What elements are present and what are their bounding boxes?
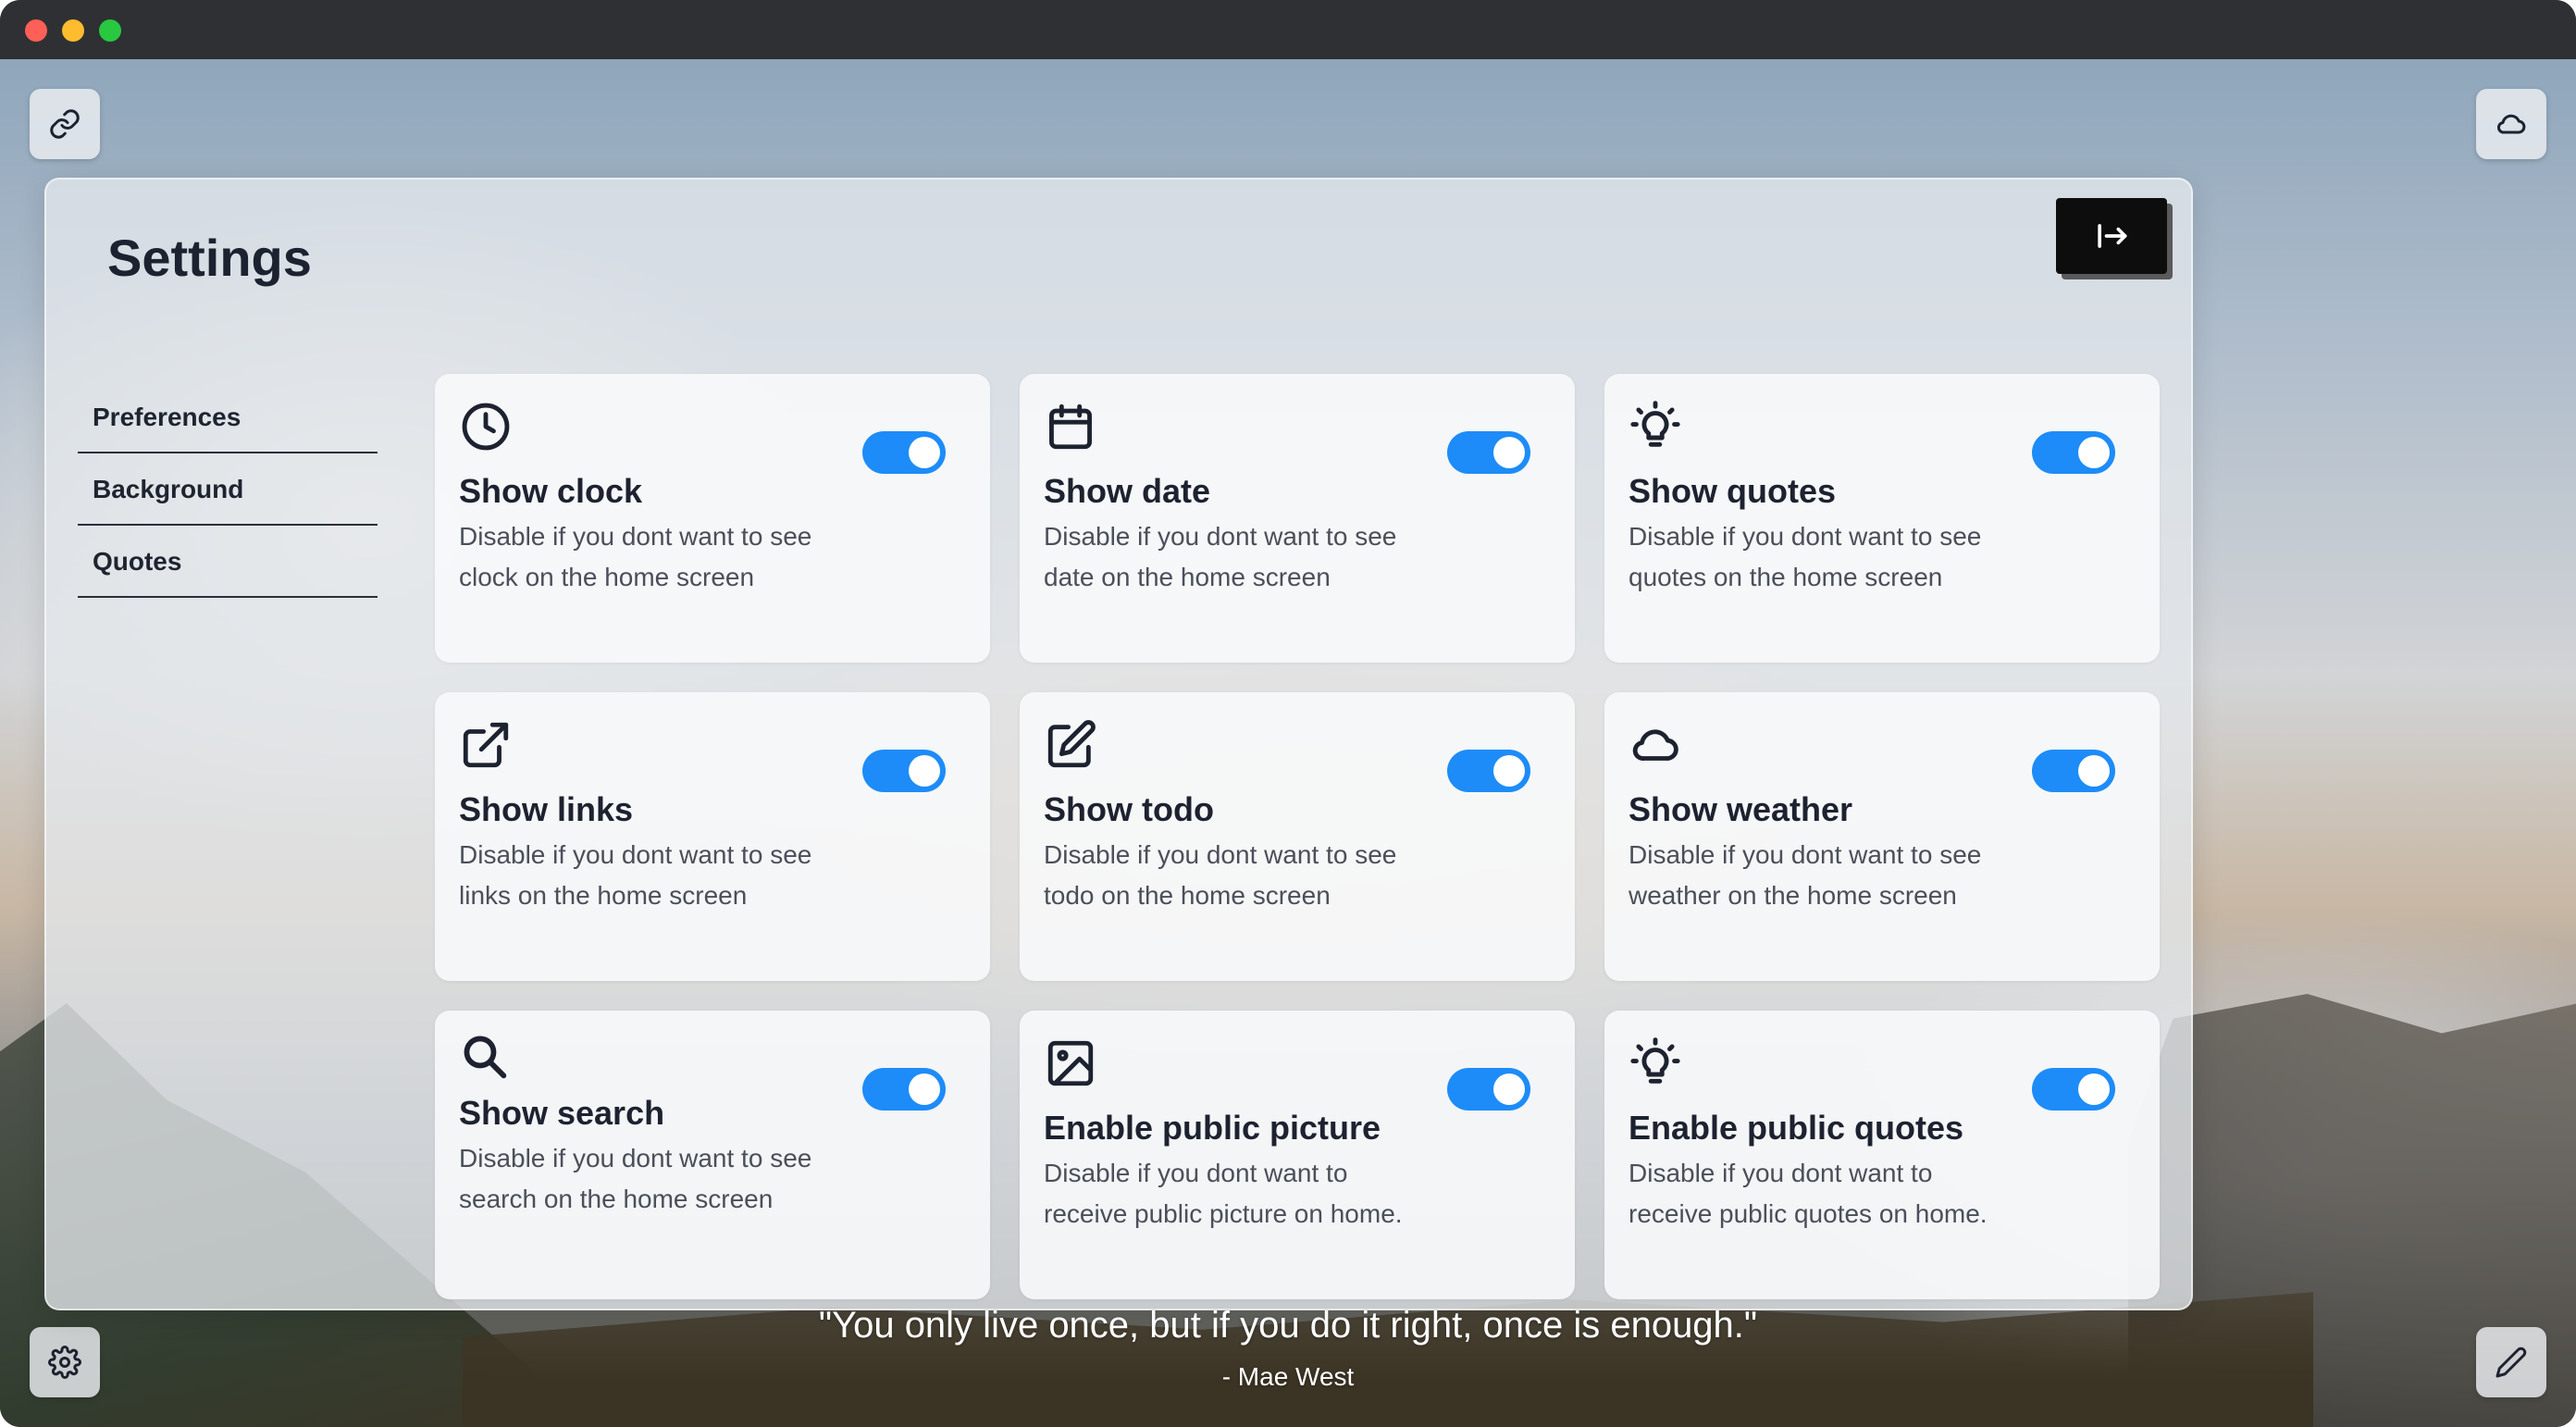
setting-description: Disable if you dont want to see quotes o… — [1629, 522, 1982, 591]
toggle-knob — [909, 1073, 940, 1105]
setting-title: Show links — [459, 790, 634, 828]
setting-description: Disable if you dont want to see links on… — [459, 840, 812, 910]
setting-title: Show quotes — [1629, 472, 1836, 510]
cloud-icon — [1629, 718, 1682, 772]
toggle-knob — [2078, 1073, 2110, 1105]
public-picture-toggle[interactable] — [1447, 1068, 1530, 1111]
setting-title: Enable public picture — [1044, 1109, 1381, 1147]
setting-card-show-date: Show date Disable if you dont want to se… — [1020, 374, 1575, 663]
setting-title: Enable public quotes — [1629, 1109, 1964, 1147]
external-link-icon — [459, 718, 513, 772]
setting-description: Disable if you dont want to see weather … — [1629, 840, 1982, 910]
close-settings-button[interactable] — [2056, 198, 2167, 274]
setting-card-public-picture: Enable public picture Disable if you don… — [1020, 1011, 1575, 1299]
setting-card-show-clock: Show clock Disable if you dont want to s… — [435, 374, 990, 663]
setting-description: Disable if you dont want to see search o… — [459, 1144, 812, 1213]
setting-title: Show todo — [1044, 790, 1214, 828]
maximize-window-button[interactable] — [99, 19, 121, 42]
settings-sidebar: Preferences Background Quotes — [78, 383, 378, 600]
setting-title: Show search — [459, 1094, 665, 1132]
toggle-knob — [2078, 437, 2110, 468]
show-links-toggle[interactable] — [862, 750, 946, 792]
edit-icon — [1044, 718, 1097, 772]
setting-description: Disable if you dont want to see todo on … — [1044, 840, 1397, 910]
minimize-window-button[interactable] — [62, 19, 84, 42]
close-window-button[interactable] — [25, 19, 47, 42]
setting-title: Show date — [1044, 472, 1211, 510]
lightbulb-icon — [1629, 400, 1682, 453]
links-button[interactable] — [30, 89, 100, 159]
setting-card-show-quotes: Show quotes Disable if you dont want to … — [1604, 374, 2160, 663]
show-todo-toggle[interactable] — [1447, 750, 1530, 792]
quote-author: - Mae West — [1221, 1362, 1355, 1391]
setting-description: Disable if you dont want to see clock on… — [459, 522, 812, 591]
setting-card-show-links: Show links Disable if you dont want to s… — [435, 692, 990, 981]
setting-title: Show weather — [1629, 790, 1853, 828]
show-quotes-toggle[interactable] — [2032, 431, 2115, 474]
setting-card-public-quotes: Enable public quotes Disable if you dont… — [1604, 1011, 2160, 1299]
link-icon — [50, 109, 80, 139]
weather-button[interactable] — [2476, 89, 2546, 159]
show-search-toggle[interactable] — [862, 1068, 946, 1111]
sidebar-item-background[interactable]: Background — [78, 455, 378, 526]
setting-description: Disable if you dont want to receive publ… — [1044, 1159, 1403, 1228]
image-icon — [1044, 1036, 1097, 1090]
setting-card-show-weather: Show weather Disable if you dont want to… — [1604, 692, 2160, 981]
window-titlebar — [0, 0, 2576, 59]
app-window: Settings Preferences Background Quotes S… — [0, 0, 2576, 1427]
settings-panel: Settings Preferences Background Quotes S… — [44, 178, 2193, 1310]
sidebar-item-quotes[interactable]: Quotes — [78, 527, 378, 598]
calendar-icon — [1044, 400, 1097, 453]
toggle-knob — [909, 437, 940, 468]
setting-description: Disable if you dont want to see date on … — [1044, 522, 1397, 591]
setting-title: Show clock — [459, 472, 643, 510]
exit-right-icon — [2098, 224, 2127, 248]
lightbulb-icon — [1629, 1036, 1682, 1090]
cloud-icon — [2496, 114, 2526, 134]
public-quotes-toggle[interactable] — [2032, 1068, 2115, 1111]
search-icon — [459, 1031, 513, 1085]
setting-card-show-todo: Show todo Disable if you dont want to se… — [1020, 692, 1575, 981]
show-date-toggle[interactable] — [1447, 431, 1530, 474]
clock-icon — [459, 400, 513, 453]
toggle-knob — [1493, 755, 1525, 787]
setting-card-show-search: Show search Disable if you dont want to … — [435, 1011, 990, 1299]
page-title: Settings — [107, 229, 312, 287]
toggle-knob — [909, 755, 940, 787]
show-weather-toggle[interactable] — [2032, 750, 2115, 792]
sidebar-item-preferences[interactable]: Preferences — [78, 383, 378, 453]
quote-text: "You only live once, but if you do it ri… — [818, 1305, 1758, 1346]
show-clock-toggle[interactable] — [862, 431, 946, 474]
setting-description: Disable if you dont want to receive publ… — [1629, 1159, 1988, 1228]
toggle-knob — [1493, 1073, 1525, 1105]
toggle-knob — [2078, 755, 2110, 787]
toggle-knob — [1493, 437, 1525, 468]
